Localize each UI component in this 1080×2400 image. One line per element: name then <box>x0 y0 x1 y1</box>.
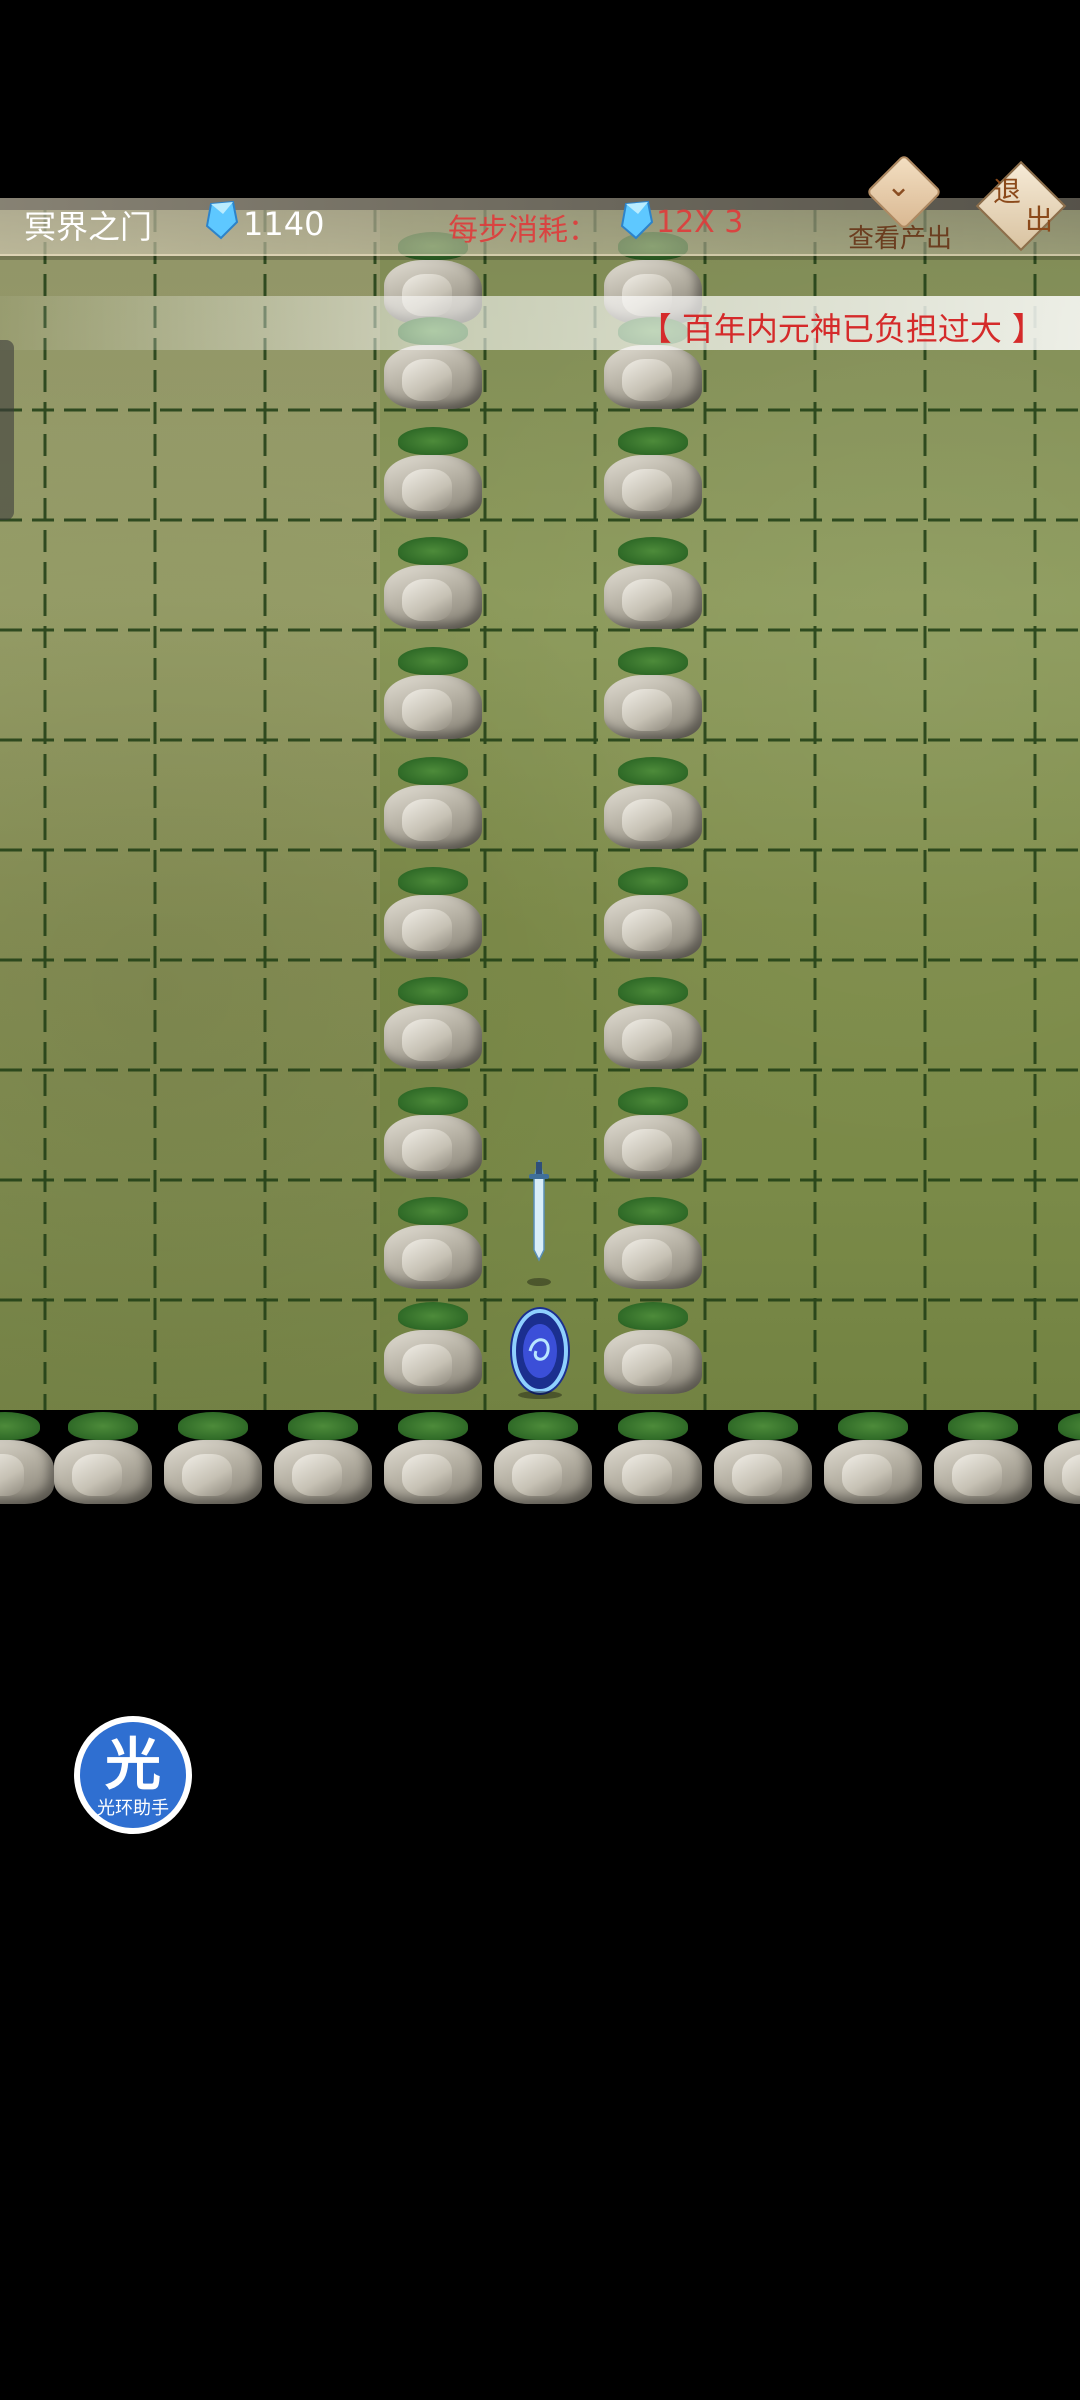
view-output-label: 查看产出 <box>848 224 953 254</box>
step-cost-value: 12X 3 <box>656 205 744 240</box>
rock-obstacle <box>378 755 488 855</box>
rock-obstacle <box>598 755 708 855</box>
blue-crystal-icon <box>205 200 239 240</box>
rock-obstacle <box>598 1195 708 1295</box>
rock-obstacle <box>378 1195 488 1295</box>
rock-obstacle <box>598 1085 708 1185</box>
rock-obstacle <box>598 865 708 965</box>
exit-label-2: 出 <box>1025 203 1054 236</box>
rock-obstacle <box>378 645 488 745</box>
blue-crystal-icon <box>620 200 654 240</box>
game-screen: 冥界之门 1140 每步消耗： 12X 3 ⌄ 查看产出 退 出 【 百年内元神… <box>0 0 1080 2400</box>
assistant-label: 光环助手 <box>97 1798 169 1819</box>
rock-obstacle <box>598 1300 708 1400</box>
exit-label-1: 退 <box>993 175 1022 208</box>
rock-obstacle <box>598 645 708 745</box>
exit-button[interactable]: 退 出 <box>975 160 1067 252</box>
rock-obstacle <box>378 1410 488 1510</box>
rock-obstacle <box>158 1410 268 1510</box>
warning-banner-text: 【 百年内元神已负担过大 】 <box>639 310 1044 348</box>
rock-obstacle <box>378 425 488 525</box>
view-output-button[interactable]: ⌄ 查看产出 <box>840 153 960 255</box>
rock-obstacle <box>708 1410 818 1510</box>
rock-obstacle <box>818 1410 928 1510</box>
assistant-floating-button[interactable]: 光 光环助手 <box>74 1716 192 1834</box>
assistant-icon: 光 <box>105 1733 161 1798</box>
rock-obstacle <box>378 865 488 965</box>
rock-obstacle <box>1038 1410 1080 1510</box>
step-cost-label: 每步消耗： <box>448 213 598 248</box>
chevron-down-icon: ⌄ <box>886 169 912 204</box>
rock-obstacle <box>928 1410 1038 1510</box>
rock-obstacle <box>378 1300 488 1400</box>
side-drawer-handle[interactable] <box>0 340 14 520</box>
rock-obstacle <box>598 535 708 635</box>
resource-amount: 1140 <box>243 205 325 243</box>
rock-obstacle <box>598 975 708 1075</box>
sword-icon[interactable] <box>524 1160 554 1290</box>
rock-obstacle <box>268 1410 378 1510</box>
rock-obstacle <box>378 535 488 635</box>
rock-obstacle <box>48 1410 158 1510</box>
portal-icon[interactable] <box>506 1305 574 1400</box>
rock-obstacle <box>598 425 708 525</box>
rock-obstacle <box>488 1410 598 1510</box>
stage-name: 冥界之门 <box>24 208 153 246</box>
rock-obstacle <box>598 1410 708 1510</box>
rock-obstacle <box>378 975 488 1075</box>
rock-obstacle <box>378 1085 488 1185</box>
